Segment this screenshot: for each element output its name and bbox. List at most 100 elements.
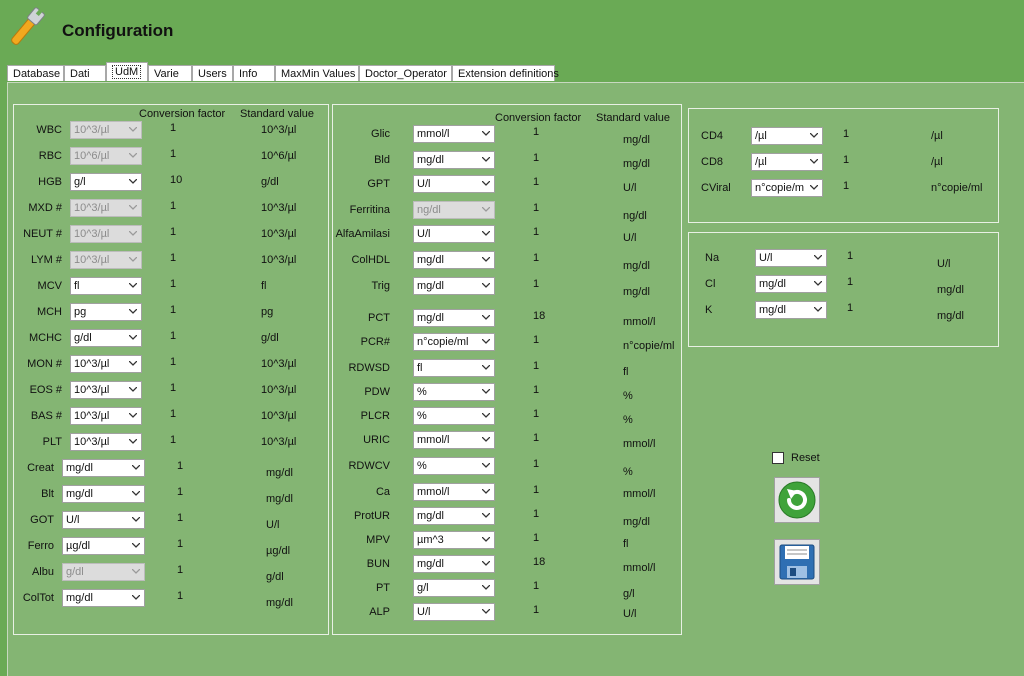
unit-dropdown[interactable]: %	[413, 407, 495, 425]
tab-users[interactable]: Users	[192, 65, 233, 81]
chevron-down-icon	[478, 532, 494, 548]
tab-label: Varie	[154, 68, 179, 80]
tab-maxmin-values[interactable]: MaxMin Values	[275, 65, 359, 81]
unit-dropdown[interactable]: U/l	[413, 225, 495, 243]
chevron-down-icon	[125, 304, 141, 320]
unit-dropdown[interactable]: mg/dl	[413, 555, 495, 573]
unit-dropdown[interactable]: %	[413, 457, 495, 475]
standard-value: %	[623, 466, 633, 478]
unit-dropdown[interactable]: 10^3/µl	[70, 381, 142, 399]
unit-dropdown[interactable]: n°copie/ml	[413, 333, 495, 351]
tab-extension-definitions[interactable]: Extension definitions	[452, 65, 559, 81]
unit-dropdown[interactable]: mmol/l	[413, 431, 495, 449]
unit-dropdown[interactable]: 10^6/µl	[70, 147, 142, 165]
unit-dropdown-value: /µl	[755, 156, 767, 168]
unit-dropdown[interactable]: mg/dl	[755, 301, 827, 319]
unit-dropdown[interactable]: mg/dl	[413, 309, 495, 327]
conversion-factor: 10	[170, 174, 183, 186]
unit-dropdown[interactable]: /µl	[751, 153, 823, 171]
unit-dropdown[interactable]: 10^3/µl	[70, 225, 142, 243]
standard-value: g/dl	[261, 176, 279, 188]
unit-dropdown[interactable]: 10^3/µl	[70, 121, 142, 139]
standard-value: 10^3/µl	[261, 410, 297, 422]
standard-value: 10^3/µl	[261, 228, 297, 240]
unit-dropdown-value: %	[417, 386, 427, 398]
unit-dropdown[interactable]: g/l	[413, 579, 495, 597]
unit-dropdown[interactable]: /µl	[751, 127, 823, 145]
unit-dropdown[interactable]: mmol/l	[413, 483, 495, 501]
param-label: PT	[375, 582, 390, 594]
unit-dropdown[interactable]: mg/dl	[62, 459, 145, 477]
chevron-down-icon	[478, 408, 494, 424]
unit-dropdown[interactable]: fl	[70, 277, 142, 295]
unit-dropdown[interactable]: mg/dl	[755, 275, 827, 293]
conversion-factor: 1	[843, 128, 850, 140]
standard-value: n°copie/ml	[931, 182, 983, 194]
unit-dropdown[interactable]: U/l	[413, 603, 495, 621]
unit-dropdown-value: µm^3	[417, 534, 444, 546]
unit-dropdown[interactable]: mg/dl	[413, 277, 495, 295]
unit-dropdown[interactable]: mg/dl	[62, 589, 145, 607]
chevron-down-icon	[125, 356, 141, 372]
conversion-factor: 1	[170, 434, 177, 446]
unit-dropdown-value: %	[417, 410, 427, 422]
tab-udm[interactable]: UdM	[106, 62, 148, 81]
chevron-down-icon	[478, 384, 494, 400]
unit-dropdown[interactable]: U/l	[755, 249, 827, 267]
unit-dropdown[interactable]: mg/dl	[413, 251, 495, 269]
unit-dropdown[interactable]: g/l	[70, 173, 142, 191]
save-button[interactable]	[774, 539, 820, 585]
unit-dropdown[interactable]: %	[413, 383, 495, 401]
tab-varie[interactable]: Varie	[148, 65, 192, 81]
unit-dropdown[interactable]: U/l	[413, 175, 495, 193]
reset-checkbox[interactable]	[772, 452, 784, 464]
param-label: HGB	[38, 176, 62, 188]
tab-info[interactable]: Info	[233, 65, 275, 81]
refresh-button[interactable]	[774, 477, 820, 523]
unit-dropdown[interactable]: µg/dl	[62, 537, 145, 555]
unit-dropdown[interactable]: mg/dl	[413, 151, 495, 169]
standard-value: fl	[261, 280, 267, 292]
unit-dropdown[interactable]: 10^3/µl	[70, 433, 142, 451]
unit-dropdown-value: 10^3/µl	[74, 410, 110, 422]
unit-dropdown[interactable]: g/dl	[70, 329, 142, 347]
unit-dropdown[interactable]: 10^3/µl	[70, 251, 142, 269]
param-label: RDWCV	[348, 460, 390, 472]
chevron-down-icon	[125, 200, 141, 216]
chevron-down-icon	[125, 226, 141, 242]
param-label: PLCR	[360, 410, 390, 422]
unit-dropdown[interactable]: U/l	[62, 511, 145, 529]
unit-dropdown[interactable]: mg/dl	[413, 507, 495, 525]
param-label: EOS #	[29, 384, 62, 396]
unit-dropdown-value: 10^3/µl	[74, 124, 110, 136]
header: Configuration	[0, 0, 1024, 62]
tab-label: MaxMin Values	[281, 68, 356, 80]
chevron-down-icon	[810, 302, 826, 318]
unit-dropdown-value: mmol/l	[417, 128, 450, 140]
param-label: Ferritina	[349, 204, 390, 216]
unit-dropdown[interactable]: 10^3/µl	[70, 355, 142, 373]
unit-dropdown[interactable]: mmol/l	[413, 125, 495, 143]
unit-dropdown[interactable]: g/dl	[62, 563, 145, 581]
tab-doctor-operator[interactable]: Doctor_Operator	[359, 65, 452, 81]
param-label: PLT	[42, 436, 62, 448]
standard-value: %	[623, 390, 633, 402]
unit-dropdown[interactable]: ng/dl	[413, 201, 495, 219]
standard-value: mg/dl	[266, 597, 293, 609]
conversion-factor: 1	[533, 334, 540, 346]
param-label: BAS #	[30, 410, 62, 422]
unit-dropdown[interactable]: mg/dl	[62, 485, 145, 503]
unit-dropdown[interactable]: pg	[70, 303, 142, 321]
standard-value: mg/dl	[937, 284, 964, 296]
unit-dropdown[interactable]: µm^3	[413, 531, 495, 549]
unit-dropdown[interactable]: 10^3/µl	[70, 407, 142, 425]
unit-dropdown[interactable]: 10^3/µl	[70, 199, 142, 217]
param-label: ColTot	[22, 592, 54, 604]
tab-database[interactable]: Database	[7, 65, 64, 81]
unit-dropdown[interactable]: n°copie/m	[751, 179, 823, 197]
standard-value: U/l	[266, 519, 280, 531]
group-hematology: Conversion factor Standard value WBC 10^3…	[13, 104, 329, 635]
param-label: LYM #	[31, 254, 62, 266]
tab-dati[interactable]: Dati	[64, 65, 106, 81]
unit-dropdown[interactable]: fl	[413, 359, 495, 377]
